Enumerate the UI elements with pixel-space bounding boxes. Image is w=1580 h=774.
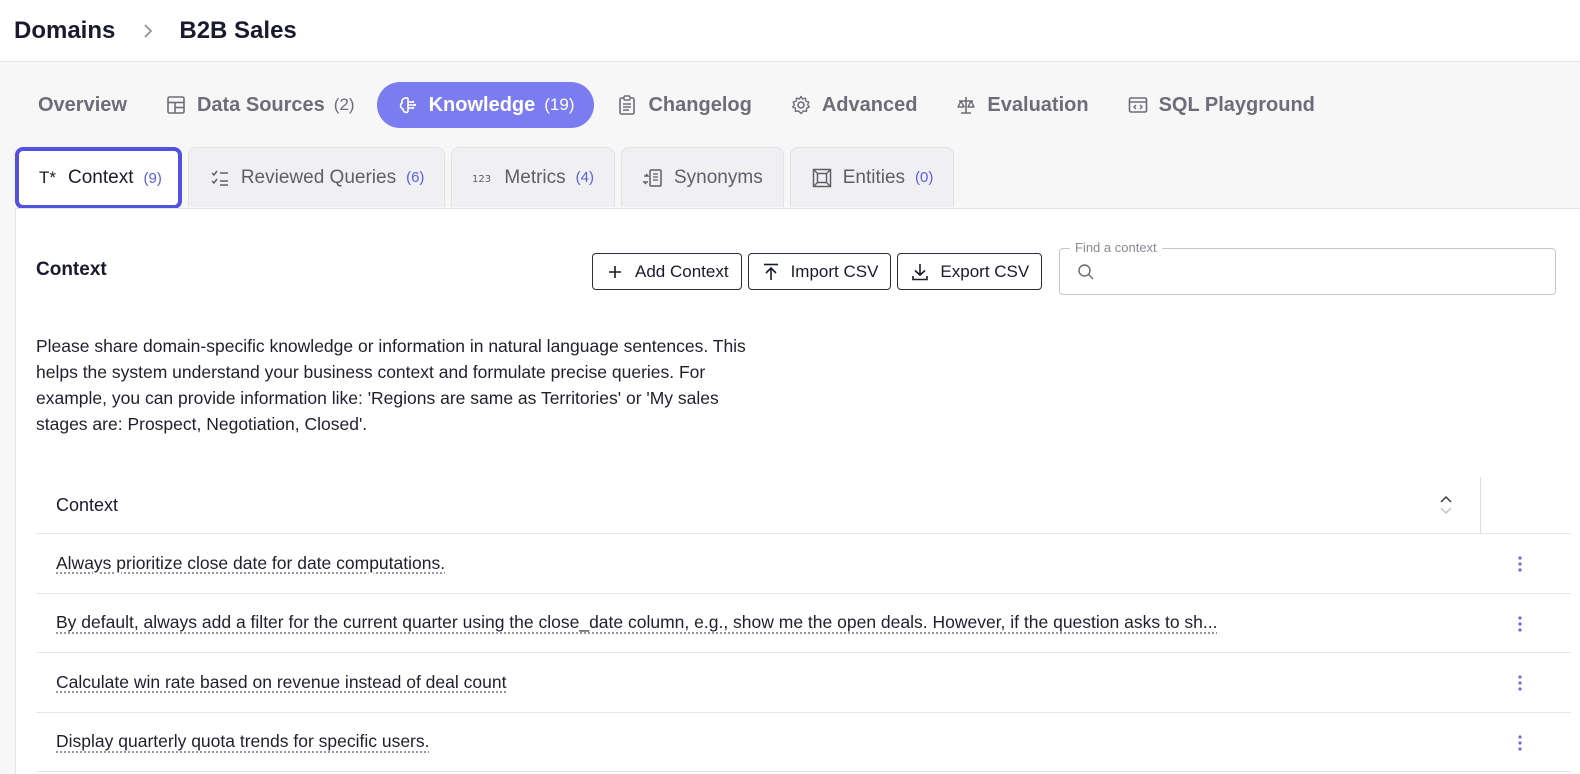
panel-title: Context bbox=[36, 259, 107, 280]
panel-actions: Add Context Import CSV Export CSV bbox=[592, 253, 1043, 290]
plus-icon bbox=[605, 262, 625, 282]
column-header-context[interactable]: Context bbox=[36, 495, 118, 516]
subtab-label: Entities bbox=[842, 166, 906, 188]
table-row: By default, always add a filter for the … bbox=[36, 594, 1571, 653]
code-window-icon bbox=[1127, 94, 1149, 116]
context-panel: Context Add Context Import CSV Export CS… bbox=[15, 208, 1580, 774]
entity-frame-icon bbox=[811, 167, 833, 189]
context-link[interactable]: Always prioritize close date for date co… bbox=[36, 553, 445, 574]
download-icon bbox=[910, 262, 930, 282]
subtab-count: (0) bbox=[915, 169, 934, 186]
text-style-icon: T* bbox=[39, 168, 56, 187]
find-context-field: Find a context bbox=[1059, 240, 1556, 295]
tab-label: Overview bbox=[38, 93, 127, 116]
subtab-count: (9) bbox=[143, 169, 162, 187]
context-link[interactable]: Calculate win rate based on revenue inst… bbox=[36, 672, 506, 693]
more-options-icon[interactable] bbox=[1510, 552, 1530, 576]
button-label: Add Context bbox=[635, 261, 729, 281]
breadcrumb: Domains B2B Sales bbox=[0, 0, 1580, 62]
breadcrumb-current: B2B Sales bbox=[179, 16, 297, 44]
tab-label: Knowledge bbox=[428, 93, 536, 116]
tab-evaluation[interactable]: Evaluation bbox=[939, 82, 1104, 128]
context-link[interactable]: By default, always add a filter for the … bbox=[36, 612, 1217, 633]
main-tabs: Overview Data Sources (2) Knowledge (19)… bbox=[22, 82, 1331, 128]
search-input[interactable] bbox=[1104, 257, 1544, 287]
table-row: Always prioritize close date for date co… bbox=[36, 534, 1571, 594]
subtab-label: Synonyms bbox=[674, 166, 763, 188]
button-label: Import CSV bbox=[790, 261, 879, 281]
tab-changelog[interactable]: Changelog bbox=[600, 82, 767, 128]
tab-label: Data Sources bbox=[196, 93, 325, 116]
upload-icon bbox=[761, 262, 781, 282]
clipboard-icon bbox=[616, 94, 638, 116]
tab-knowledge[interactable]: Knowledge (19) bbox=[376, 82, 595, 128]
context-link[interactable]: Display quarterly quota trends for speci… bbox=[36, 731, 430, 752]
context-table: Context Always prioritize close date for… bbox=[36, 477, 1571, 772]
more-options-icon[interactable] bbox=[1510, 731, 1530, 755]
checklist-icon bbox=[209, 167, 231, 189]
table-layout-icon bbox=[165, 94, 187, 116]
export-csv-button[interactable]: Export CSV bbox=[897, 253, 1043, 290]
subtab-count: (4) bbox=[575, 169, 594, 186]
search-icon bbox=[1078, 264, 1094, 280]
subtab-label: Context bbox=[68, 167, 134, 188]
brain-icon bbox=[397, 94, 419, 116]
gear-icon bbox=[790, 94, 812, 116]
subtab-entities[interactable]: Entities (0) bbox=[789, 147, 955, 207]
tab-overview[interactable]: Overview bbox=[22, 82, 143, 128]
add-context-button[interactable]: Add Context bbox=[592, 253, 742, 290]
scale-icon bbox=[955, 94, 977, 116]
search-label: Find a context bbox=[1070, 240, 1162, 255]
sort-icon[interactable] bbox=[1438, 494, 1454, 516]
tab-count: (2) bbox=[333, 95, 355, 114]
breadcrumb-domains-link[interactable]: Domains bbox=[14, 17, 115, 45]
context-description: Please share domain-specific knowledge o… bbox=[36, 336, 746, 434]
table-header: Context bbox=[36, 477, 1571, 534]
tab-advanced[interactable]: Advanced bbox=[774, 82, 934, 128]
table-row: Calculate win rate based on revenue inst… bbox=[36, 653, 1571, 713]
subtab-reviewed-queries[interactable]: Reviewed Queries (6) bbox=[187, 147, 446, 207]
table-row: Display quarterly quota trends for speci… bbox=[36, 713, 1571, 772]
tab-count: (19) bbox=[544, 95, 575, 114]
subtab-context[interactable]: T* Context (9) bbox=[15, 147, 182, 209]
tab-label: Advanced bbox=[821, 93, 918, 116]
tab-label: Changelog bbox=[648, 93, 752, 116]
subtab-label: Reviewed Queries bbox=[240, 166, 397, 188]
column-divider[interactable] bbox=[1480, 477, 1481, 534]
import-csv-button[interactable]: Import CSV bbox=[747, 253, 892, 290]
tab-label: Evaluation bbox=[987, 93, 1089, 116]
chevron-right-icon bbox=[141, 23, 155, 38]
subtab-count: (6) bbox=[406, 169, 425, 186]
tab-sql-playground[interactable]: SQL Playground bbox=[1111, 82, 1331, 128]
more-options-icon[interactable] bbox=[1510, 612, 1530, 636]
subtab-metrics[interactable]: 123 Metrics (4) bbox=[451, 147, 615, 207]
tab-data-sources[interactable]: Data Sources (2) bbox=[149, 82, 371, 128]
subtab-label: Metrics bbox=[504, 166, 566, 188]
book-swap-icon bbox=[642, 167, 664, 189]
numbers-icon: 123 bbox=[472, 167, 494, 189]
svg-text:123: 123 bbox=[472, 174, 491, 185]
subtab-synonyms[interactable]: Synonyms bbox=[621, 147, 784, 207]
button-label: Export CSV bbox=[940, 261, 1030, 281]
tab-label: SQL Playground bbox=[1158, 93, 1315, 116]
more-options-icon[interactable] bbox=[1510, 671, 1530, 695]
knowledge-sub-tabs: T* Context (9) Reviewed Queries (6) 123 … bbox=[15, 147, 955, 209]
